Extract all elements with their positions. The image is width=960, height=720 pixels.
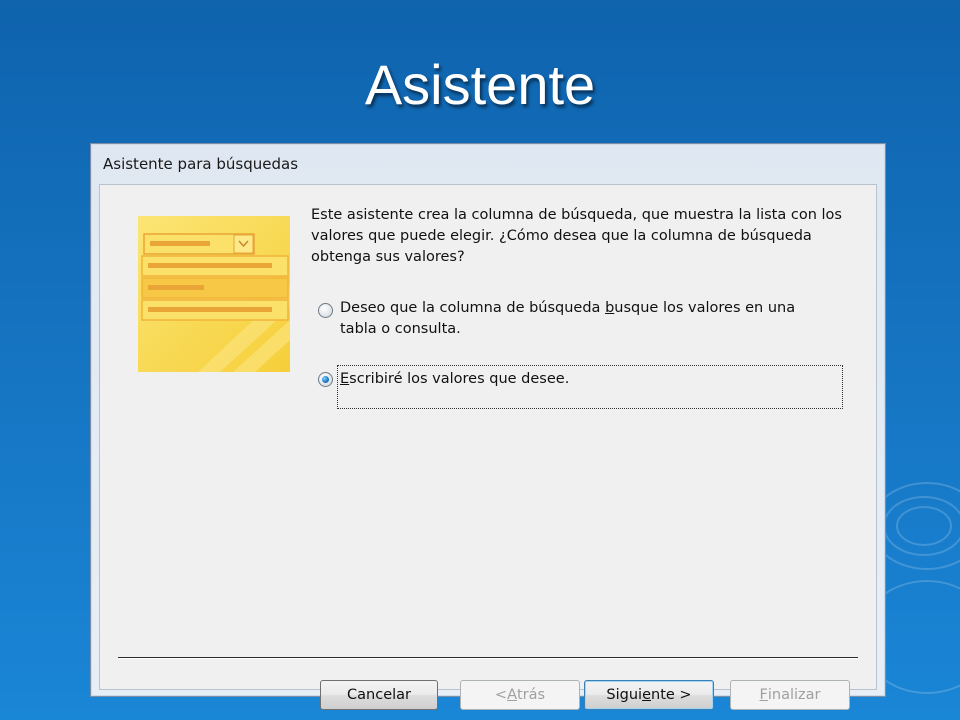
lookup-wizard-illustration-icon xyxy=(138,216,290,372)
radio-dot xyxy=(322,376,329,383)
next-button[interactable]: Sigui e nte > xyxy=(584,680,714,710)
dialog-title: Asistente para búsquedas xyxy=(103,155,299,173)
finish-button[interactable]: Finalizar xyxy=(730,680,850,710)
option-lookup-table-label[interactable]: Deseo que la columna de búsqueda busque … xyxy=(340,298,820,340)
lookup-wizard-dialog: Asistente para búsquedas Este asistente … xyxy=(90,143,886,710)
back-button[interactable]: < Atrás xyxy=(460,680,580,710)
option-type-values-label[interactable]: Escribiré los valores que desee. xyxy=(340,369,569,390)
radio-unselected-icon[interactable] xyxy=(318,303,333,318)
radio-selected-icon[interactable] xyxy=(318,372,333,387)
wizard-description: Este asistente crea la columna de búsque… xyxy=(311,207,842,265)
slide-title: Asistente xyxy=(364,53,596,116)
dialog-body: Este asistente crea la columna de búsque… xyxy=(99,184,877,710)
button-separator xyxy=(118,657,858,659)
cancel-button[interactable]: Cancelar xyxy=(320,680,438,710)
